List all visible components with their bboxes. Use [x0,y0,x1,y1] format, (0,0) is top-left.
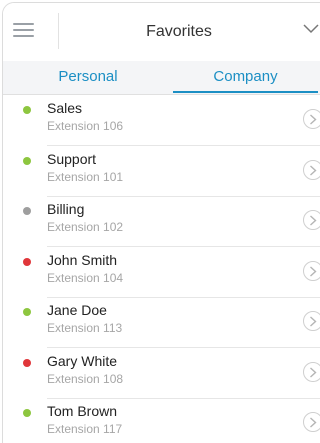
contact-extension: Extension 104 [47,270,124,285]
contact-extension: Extension 113 [47,321,123,335]
status-dot [23,358,31,367]
chevron-right-icon[interactable] [303,311,320,331]
contact-extension: Extension 117 [47,422,123,436]
chevron-right-icon[interactable] [303,109,320,129]
contact-row[interactable]: Gary White Extension 108 [3,348,320,399]
hamburger-menu-icon[interactable] [13,20,35,40]
status-dot [23,308,31,316]
contact-row[interactable]: Support Extension 101 [3,146,320,197]
contact-row[interactable]: Jane Doe Extension 113 [3,297,320,348]
contact-row[interactable]: John Smith Extension 104 [3,247,320,298]
status-dot [23,207,31,215]
chevron-right-icon[interactable] [303,159,320,180]
contact-extension: Extension 101 [47,169,124,184]
page-title: Favorites [146,23,212,40]
contact-row[interactable]: Billing Extension 102 [3,196,320,247]
contact-row[interactable]: Tom Brown Extension 117 [3,398,320,443]
contact-name: Tom Brown [47,403,118,419]
chevron-right-icon[interactable] [303,412,320,432]
tab-personal[interactable]: Personal [3,61,173,94]
contact-name: Jane Doe [47,302,107,318]
contact-extension: Extension 106 [47,119,124,133]
chevron-right-icon[interactable] [303,260,320,281]
status-dot [23,106,31,114]
contact-name: Sales [47,100,83,116]
status-dot [23,257,31,266]
status-dot [23,156,31,165]
active-tab-indicator [173,91,318,93]
tab-bar: Personal Company [3,61,320,95]
contact-row[interactable]: Sales Extension 106 [3,95,320,146]
contact-extension: Extension 102 [47,220,124,234]
contact-name: Gary White [47,352,118,369]
chevron-right-icon[interactable] [303,361,320,382]
app-window: Favorites Personal Company Sales Extensio… [2,2,320,443]
contact-name: John Smith [47,251,118,268]
tab-company[interactable]: Company [173,61,318,94]
status-dot [23,409,31,417]
header-bar: Favorites [3,3,320,59]
chevron-down-icon[interactable] [303,21,319,37]
contact-extension: Extension 108 [47,371,124,386]
chevron-right-icon[interactable] [303,210,320,230]
contact-name: Billing [47,201,85,217]
contact-name: Support [47,150,97,167]
